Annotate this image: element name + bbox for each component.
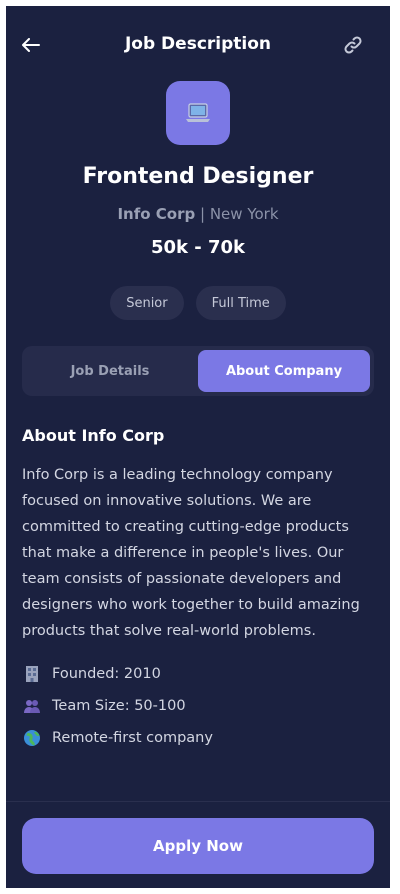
page-title: Job Description [124, 34, 272, 54]
company-name: Info Corp [117, 205, 196, 223]
job-tags: Senior Full Time [6, 286, 390, 320]
tab-job-details[interactable]: Job Details [26, 350, 194, 392]
job-location: New York [209, 205, 279, 223]
building-icon [22, 664, 42, 684]
fact-text: Founded: 2010 [52, 666, 161, 682]
job-title: Frontend Designer [82, 164, 314, 189]
laptop-icon [186, 103, 210, 122]
company-logo [166, 81, 230, 145]
salary-range: 50k - 70k [150, 237, 246, 258]
fact-text: Remote-first company [52, 730, 213, 746]
company-facts: Founded: 2010 Team Size: 50-100 Remote-f… [22, 658, 374, 754]
footer-bar: Apply Now [6, 801, 390, 888]
section-title: About Info Corp [22, 426, 165, 445]
fact-remote: Remote-first company [22, 722, 374, 754]
company-location-line: Info Corp | New York [6, 205, 390, 223]
apply-now-button[interactable]: Apply Now [22, 818, 374, 874]
header: Job Description [6, 6, 390, 82]
link-icon [344, 36, 362, 54]
separator: | [195, 205, 210, 223]
fact-founded: Founded: 2010 [22, 658, 374, 690]
scrollbar[interactable] [390, 6, 400, 888]
job-description-screen: Job Description Frontend Designer Info C… [6, 6, 390, 888]
people-icon [22, 696, 42, 716]
company-description: Info Corp is a leading technology compan… [22, 467, 360, 639]
fact-text: Team Size: 50-100 [52, 698, 186, 714]
tag-employment-type: Full Time [195, 286, 286, 320]
share-link-button[interactable] [340, 32, 366, 58]
fact-team-size: Team Size: 50-100 [22, 690, 374, 722]
tag-seniority: Senior [110, 286, 184, 320]
tab-bar: Job Details About Company [22, 346, 374, 396]
tab-about-company[interactable]: About Company [198, 350, 370, 392]
globe-icon [22, 728, 42, 748]
